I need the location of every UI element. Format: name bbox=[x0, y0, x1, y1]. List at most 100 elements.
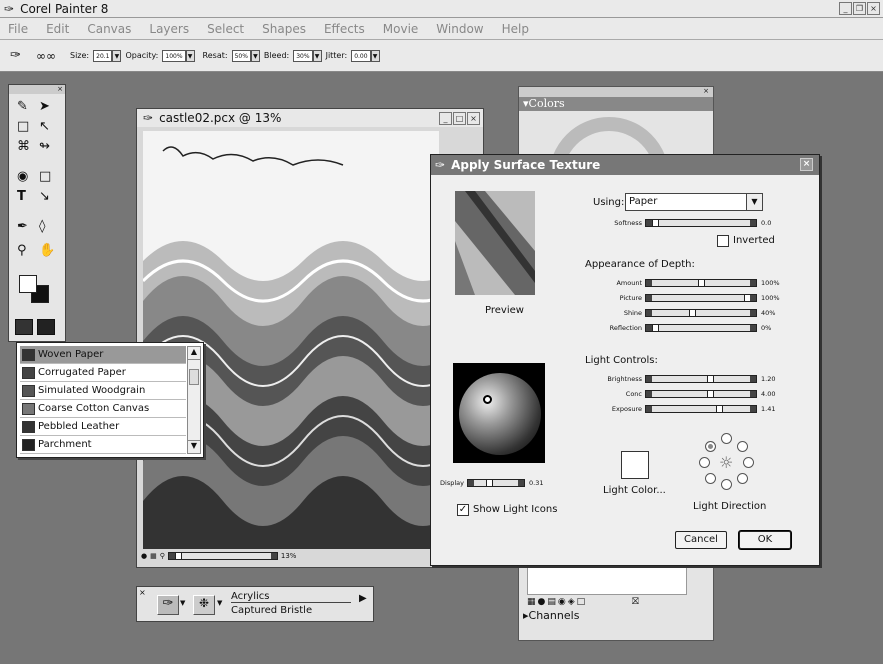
shape-icon[interactable]: □ bbox=[39, 169, 51, 184]
direction-dot[interactable] bbox=[699, 457, 710, 468]
chevron-down-icon[interactable]: ▼ bbox=[250, 49, 260, 62]
chevron-down-icon[interactable]: ▼ bbox=[312, 49, 322, 62]
slider-knob[interactable] bbox=[689, 309, 696, 317]
crop-icon[interactable]: ⌘ bbox=[17, 139, 30, 154]
menu-effects[interactable]: Effects bbox=[324, 22, 365, 36]
close-icon[interactable]: × bbox=[139, 588, 146, 597]
shape-selection-icon[interactable]: ↘ bbox=[39, 189, 50, 204]
chevron-down-icon[interactable]: ▼ bbox=[370, 49, 380, 62]
close-icon[interactable]: × bbox=[800, 158, 813, 171]
light-color-label[interactable]: Light Color... bbox=[603, 485, 666, 496]
softness-slider[interactable] bbox=[645, 219, 757, 227]
menu-file[interactable]: File bbox=[8, 22, 28, 36]
chevron-down-icon[interactable]: ▼ bbox=[180, 599, 185, 607]
brush-category-icon[interactable]: ✑ bbox=[157, 595, 179, 615]
brightness-slider[interactable] bbox=[645, 375, 757, 383]
menu-movie[interactable]: Movie bbox=[383, 22, 419, 36]
rect-select-icon[interactable]: □ bbox=[17, 119, 29, 134]
minimize-icon[interactable]: _ bbox=[839, 2, 852, 15]
size-field[interactable]: 20.1 ▼ bbox=[93, 49, 122, 62]
direction-dot[interactable] bbox=[721, 433, 732, 444]
minimize-icon[interactable]: _ bbox=[439, 112, 452, 125]
shine-slider[interactable] bbox=[645, 309, 757, 317]
menu-edit[interactable]: Edit bbox=[46, 22, 69, 36]
list-item[interactable]: Woven Paper bbox=[20, 346, 186, 364]
brush-variant-name[interactable]: Captured Bristle bbox=[231, 605, 351, 616]
maximize-icon[interactable]: □ bbox=[453, 112, 466, 125]
jitter-field[interactable]: 0.00 ▼ bbox=[351, 49, 380, 62]
light-icon[interactable] bbox=[483, 395, 492, 404]
magnifier-icon[interactable]: ⚲ bbox=[17, 243, 27, 258]
layer-adjuster-icon[interactable]: ➤ bbox=[39, 99, 50, 114]
ok-button[interactable]: OK bbox=[739, 531, 791, 549]
brush-icon[interactable]: ✎ bbox=[17, 99, 28, 114]
lasso-icon[interactable]: ↖ bbox=[39, 119, 50, 134]
brush-variant-icon[interactable]: ∞∞ bbox=[36, 49, 66, 63]
display-slider[interactable] bbox=[467, 479, 525, 487]
brush-tool-icon[interactable]: ✑ bbox=[10, 48, 32, 63]
opacity-value[interactable]: 100% bbox=[162, 49, 186, 62]
direction-dot-selected[interactable] bbox=[705, 441, 716, 452]
menu-window[interactable]: Window bbox=[436, 22, 483, 36]
cancel-button[interactable]: Cancel bbox=[675, 531, 727, 549]
exposure-slider[interactable] bbox=[645, 405, 757, 413]
pattern-selector[interactable] bbox=[37, 319, 55, 335]
brush-variant-icon[interactable]: ❉ bbox=[193, 595, 215, 615]
main-color-swatch[interactable] bbox=[19, 275, 37, 293]
slider-knob[interactable] bbox=[716, 405, 723, 413]
slider-knob[interactable] bbox=[707, 390, 714, 398]
resat-value[interactable]: 50% bbox=[231, 49, 251, 62]
menu-help[interactable]: Help bbox=[502, 22, 529, 36]
list-item[interactable]: Parchment bbox=[20, 436, 186, 454]
slider-knob[interactable] bbox=[652, 324, 659, 332]
list-item[interactable]: Simulated Woodgrain bbox=[20, 382, 186, 400]
channels-panel-titlebar[interactable]: ▸Channels bbox=[523, 609, 703, 623]
text-icon[interactable]: T bbox=[17, 189, 26, 204]
zoom-icon[interactable]: ⚲ bbox=[160, 552, 165, 560]
chevron-down-icon[interactable]: ▼ bbox=[217, 599, 222, 607]
menu-select[interactable]: Select bbox=[207, 22, 244, 36]
grid-icon[interactable]: ▦ bbox=[150, 552, 157, 560]
list-item[interactable]: Coarse Cotton Canvas bbox=[20, 400, 186, 418]
paint-bucket-icon[interactable]: ◊ bbox=[39, 219, 45, 234]
bleed-field[interactable]: 30% ▼ bbox=[293, 49, 322, 62]
zoom-slider[interactable] bbox=[167, 552, 278, 560]
grabber-hand-icon[interactable]: ✋ bbox=[39, 243, 55, 258]
restore-icon[interactable]: ❐ bbox=[853, 2, 866, 15]
paper-selector[interactable] bbox=[15, 319, 33, 335]
close-icon[interactable]: × bbox=[867, 2, 880, 15]
conc-slider[interactable] bbox=[645, 390, 757, 398]
dropper-icon[interactable]: ✒ bbox=[17, 219, 28, 234]
amount-slider[interactable] bbox=[645, 279, 757, 287]
close-icon[interactable]: × bbox=[467, 112, 480, 125]
menu-canvas[interactable]: Canvas bbox=[87, 22, 131, 36]
picture-slider[interactable] bbox=[645, 294, 757, 302]
light-color-swatch[interactable] bbox=[621, 451, 649, 479]
scrollbar-thumb[interactable] bbox=[189, 369, 199, 385]
direction-dot[interactable] bbox=[737, 441, 748, 452]
using-select[interactable]: Paper ▼ bbox=[625, 193, 763, 211]
inverted-checkbox[interactable] bbox=[717, 235, 729, 247]
opacity-field[interactable]: 100% ▼ bbox=[162, 49, 195, 62]
chevron-up-icon[interactable]: ▲ bbox=[188, 347, 200, 360]
chevron-down-icon[interactable]: ▼ bbox=[185, 49, 195, 62]
direction-dot[interactable] bbox=[737, 473, 748, 484]
resat-field[interactable]: 50% ▼ bbox=[231, 49, 260, 62]
jitter-value[interactable]: 0.00 bbox=[351, 49, 371, 62]
paper-list-scrollbar[interactable]: ▲ ▼ bbox=[187, 346, 201, 454]
direction-dot[interactable] bbox=[743, 457, 754, 468]
light-sphere-preview[interactable] bbox=[453, 363, 545, 463]
colors-panel-titlebar[interactable]: ▾Colors bbox=[519, 97, 713, 111]
magic-wand-icon[interactable]: ↬ bbox=[39, 139, 50, 154]
brush-category-name[interactable]: Acrylics bbox=[231, 591, 351, 603]
reflection-slider[interactable] bbox=[645, 324, 757, 332]
tracing-icon[interactable]: ● bbox=[141, 552, 147, 560]
chevron-down-icon[interactable]: ▼ bbox=[746, 194, 762, 210]
chevron-right-icon[interactable]: ▶ bbox=[359, 593, 367, 604]
light-direction-control[interactable]: ☼ bbox=[697, 433, 757, 493]
bleed-value[interactable]: 30% bbox=[293, 49, 313, 62]
slider-knob[interactable] bbox=[698, 279, 705, 287]
direction-dot[interactable] bbox=[705, 473, 716, 484]
canvas[interactable] bbox=[143, 131, 439, 549]
size-value[interactable]: 20.1 bbox=[93, 49, 113, 62]
